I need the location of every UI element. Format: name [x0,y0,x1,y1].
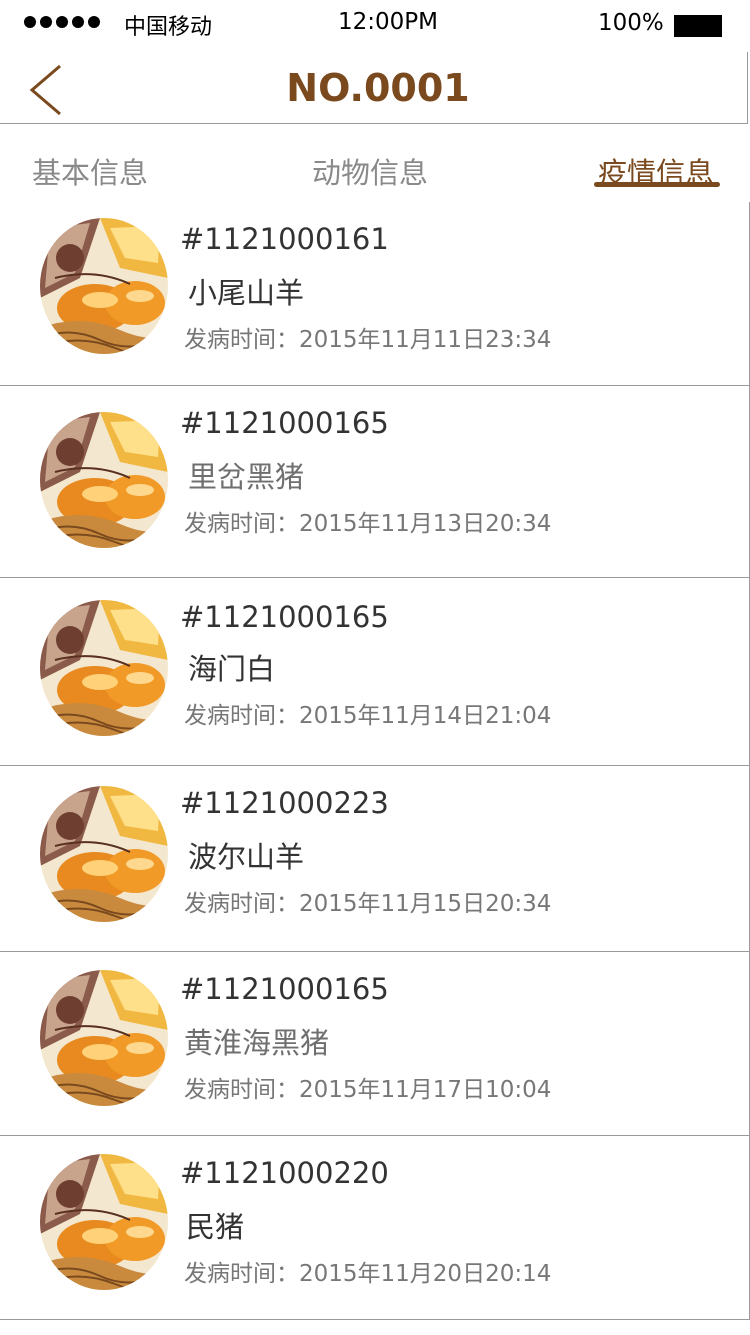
record-row[interactable]: #1121000165 黄淮海黑猪发病时间：2015年11月17日10:04 [0,952,750,1136]
status-bar: 中国移动 12:00PM 100% [0,0,750,48]
onset-time-label: 发病时间： [184,511,299,537]
onset-time-label: 发病时间： [184,1077,299,1103]
onset-time-label: 发病时间： [184,703,299,729]
animal-breed: 里岔黑猪 [188,460,305,494]
record-row[interactable]: #1121000161 小尾山羊发病时间：2015年11月11日23:34 [0,202,750,386]
animal-breed: 小尾山羊 [188,276,305,310]
active-tab-indicator [594,182,720,187]
onset-time-label: 发病时间： [184,327,299,353]
onset-time-label: 发病时间： [184,1261,299,1287]
animal-avatar [40,970,168,1106]
onset-time: 发病时间：2015年11月11日23:34 [184,320,551,354]
battery-icon [674,15,722,37]
animal-avatar [40,412,168,548]
record-row[interactable]: #1121000165 海门白发病时间：2015年11月14日21:04 [0,578,750,766]
animal-avatar [40,786,168,922]
battery-percent: 100% [598,10,664,36]
record-code: #1121000165 [180,972,389,1006]
animal-breed: 民猪 [186,1210,245,1244]
animal-breed: 黄淮海黑猪 [184,1026,330,1060]
record-code: #1121000165 [180,600,389,634]
nav-bar: NO.0001 [0,52,748,124]
record-row[interactable]: #1121000165 里岔黑猪发病时间：2015年11月13日20:34 [0,386,750,578]
tab-basic-info[interactable]: 基本信息 [32,150,148,192]
onset-time: 发病时间：2015年11月17日10:04 [184,1070,551,1104]
record-code: #1121000223 [180,786,389,820]
onset-time: 发病时间：2015年11月13日20:34 [184,504,551,538]
record-list: #1121000161 小尾山羊 发病时间：2015年11月11日23:34 #11… [0,202,750,1320]
onset-time-label: 发病时间： [184,891,299,917]
animal-avatar [40,600,168,736]
record-code: #1121000161 [180,222,389,256]
animal-avatar [40,1154,168,1290]
animal-breed: 海门白 [188,652,276,686]
animal-breed: 波尔山羊 [188,840,305,874]
onset-time: 发病时间：2015年11月20日20:14 [184,1254,551,1288]
onset-time-value: 2015年11月17日10:04 [299,1077,552,1103]
page-title: NO.0001 [286,66,470,110]
tab-animal-info[interactable]: 动物信息 [312,150,428,192]
onset-time-value: 2015年11月11日23:34 [299,327,552,353]
record-row[interactable]: #1121000220 民猪发病时间：2015年11月20日20:14 [0,1136,750,1320]
record-code: #1121000165 [180,406,389,440]
tab-bar: 基本信息 动物信息 疫情信息 [0,124,750,202]
onset-time: 发病时间：2015年11月14日21:04 [184,696,551,730]
onset-time-value: 2015年11月14日21:04 [299,703,552,729]
record-code: #1121000220 [180,1156,389,1190]
record-row[interactable]: #1121000223 波尔山羊发病时间：2015年11月15日20:34 [0,766,750,952]
onset-time: 发病时间：2015年11月15日20:34 [184,884,551,918]
animal-avatar [40,218,168,354]
onset-time-value: 2015年11月20日20:14 [299,1261,552,1287]
onset-time-value: 2015年11月15日20:34 [299,891,552,917]
onset-time-value: 2015年11月13日20:34 [299,511,552,537]
